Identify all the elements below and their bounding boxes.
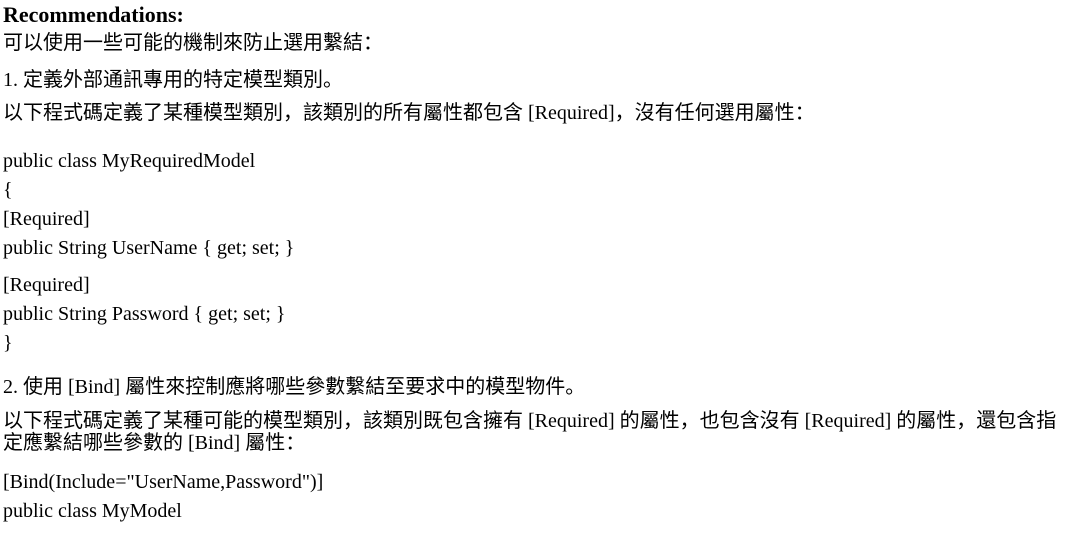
code-block-required-model: public class MyRequiredModel { [Required…	[3, 147, 1083, 358]
document-page: Recommendations: 可以使用一些可能的機制來防止選用繫結： 1. …	[0, 0, 1083, 545]
recommendation-2-description: 以下程式碼定義了某種可能的模型類別，該類別既包含擁有 [Required] 的屬…	[3, 410, 1057, 454]
code-line: [Required]	[3, 208, 90, 230]
recommendation-1-description: 以下程式碼定義了某種模型類別，該類別的所有屬性都包含 [Required]，沒有…	[3, 102, 815, 124]
code-line: public class MyModel	[3, 500, 182, 522]
recommendation-item-1: 1. 定義外部通訊專用的特定模型類別。	[3, 69, 343, 91]
code-line: }	[3, 332, 13, 354]
recommendations-heading: Recommendations:	[3, 2, 184, 27]
code-line: {	[3, 179, 13, 201]
code-line: [Bind(Include="UserName,Password")]	[3, 471, 324, 493]
intro-text: 可以使用一些可能的機制來防止選用繫結：	[3, 32, 383, 54]
recommendation-item-2: 2. 使用 [Bind] 屬性來控制應將哪些參數繫結至要求中的模型物件。	[3, 376, 586, 398]
code-block-bind-model: [Bind(Include="UserName,Password")] publ…	[3, 468, 1083, 526]
code-line: public String Password { get; set; }	[3, 303, 286, 325]
code-line: public class MyRequiredModel	[3, 150, 256, 172]
code-line: public String UserName { get; set; }	[3, 237, 295, 259]
code-line: [Required]	[3, 274, 90, 296]
